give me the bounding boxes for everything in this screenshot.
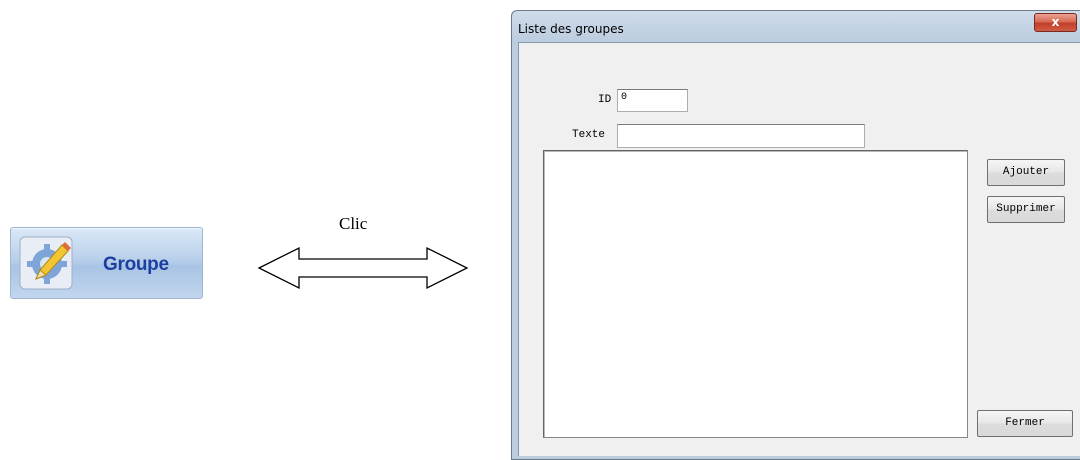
fermer-button[interactable]: Fermer: [977, 410, 1073, 437]
close-window-button[interactable]: x: [1034, 13, 1077, 32]
dialog-title: Liste des groupes: [518, 22, 624, 36]
groupe-button[interactable]: Groupe: [10, 227, 203, 299]
id-label: ID: [598, 94, 612, 106]
edit-settings-icon: [19, 236, 73, 290]
close-icon: x: [1051, 15, 1060, 29]
texte-field[interactable]: [617, 124, 865, 148]
add-button[interactable]: Ajouter: [987, 159, 1065, 186]
group-list-dialog: Liste des groupes x ID 0 Texte Ajouter S…: [511, 10, 1080, 460]
texte-label: Texte: [572, 129, 606, 141]
dialog-client-area: ID 0 Texte Ajouter Supprimer Fermer: [518, 42, 1080, 456]
id-field[interactable]: 0: [617, 89, 688, 112]
delete-button[interactable]: Supprimer: [987, 196, 1065, 223]
double-arrow-icon: [257, 246, 469, 290]
clic-annotation: Clic: [339, 214, 368, 233]
group-listbox[interactable]: [543, 150, 968, 438]
groupe-button-label: Groupe: [103, 254, 169, 275]
